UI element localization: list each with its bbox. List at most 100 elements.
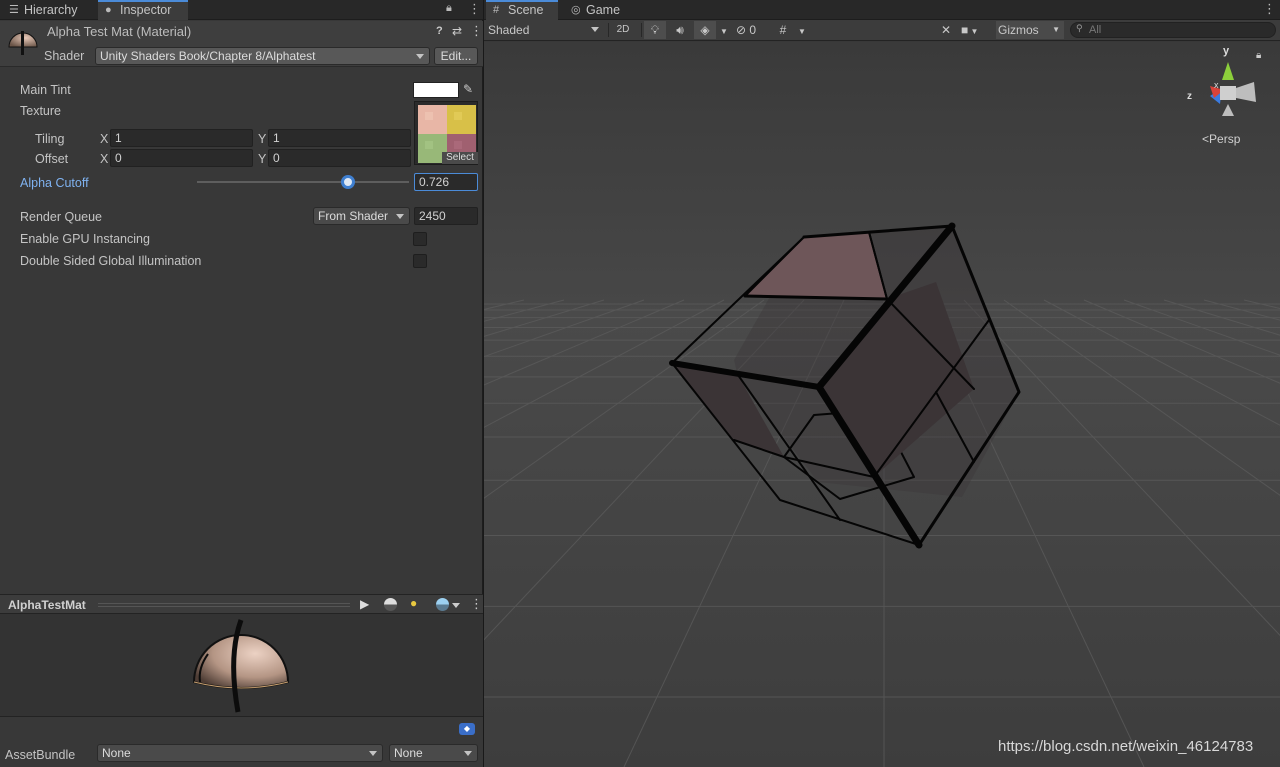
tab-inspector[interactable]: ● Inspector (98, 0, 188, 20)
offset-x-field[interactable]: 0 (110, 149, 253, 167)
grid-toggle[interactable]: # (773, 21, 793, 39)
render-queue-field[interactable]: 2450 (414, 207, 478, 225)
texture-select-button[interactable]: Select (442, 152, 478, 164)
render-queue-dropdown[interactable]: From Shader (313, 207, 410, 225)
tab-scene-label: Scene (508, 3, 544, 17)
play-icon[interactable]: ▶ (360, 597, 369, 611)
asset-bundle-variant-value: None (394, 746, 423, 760)
2d-toggle[interactable]: 2D (611, 21, 635, 39)
grid-dropdown[interactable]: ▼ (795, 21, 809, 39)
slider-track (197, 181, 409, 183)
search-icon: ⚲ (1076, 23, 1083, 33)
inspector-panel: ☰ Hierarchy ● Inspector 🔒︎ ⋮ Alpha Test … (0, 0, 483, 767)
tiling-y-value: 1 (273, 131, 280, 145)
render-queue-label: Render Queue (20, 210, 103, 224)
draw-mode-dropdown[interactable]: Shaded (486, 21, 604, 39)
texture-label: Texture (20, 104, 61, 118)
chevron-down-icon[interactable] (452, 603, 460, 608)
offset-x-value: 0 (115, 151, 122, 165)
alpha-cutoff-value: 0.726 (419, 175, 450, 189)
offset-label: Offset (35, 152, 69, 166)
preview-drag-handle[interactable] (98, 603, 350, 607)
gizmos-dropdown[interactable]: Gizmos ▼ (996, 21, 1064, 39)
tiling-y-label: Y (258, 132, 267, 146)
gpu-instancing-label: Enable GPU Instancing (20, 232, 150, 246)
scene-viewport[interactable]: y x z 🔒︎ <Persp https://blog.csdn.net/we… (484, 42, 1280, 767)
component-menu-icon[interactable]: ⋮ (470, 23, 483, 39)
shader-dropdown-value: Unity Shaders Book/Chapter 8/Alphatest (100, 49, 316, 63)
tab-hierarchy[interactable]: ☰ Hierarchy (2, 0, 96, 20)
tab-game[interactable]: ◎ Game (564, 0, 626, 20)
tiling-x-label: X (100, 132, 109, 146)
chevron-down-icon (369, 751, 377, 756)
lightbulb-icon: 💡︎ (650, 23, 660, 37)
chevron-down-icon: ▼ (798, 27, 806, 36)
scene-tab-bar: # Scene ◎ Game ⋮ (484, 0, 1280, 20)
alpha-cutoff-slider[interactable] (197, 174, 409, 190)
gizmo-y-label: y (1223, 45, 1230, 57)
preview-shape-icon[interactable] (384, 598, 397, 611)
double-sided-gi-checkbox[interactable] (413, 254, 427, 268)
lock-icon[interactable]: 🔒︎ (446, 2, 452, 15)
lighting-toggle[interactable]: 💡︎ (644, 21, 666, 39)
sphere-preview-icon[interactable] (436, 598, 449, 611)
gizmos-label: Gizmos (998, 23, 1039, 37)
main-tint-label: Main Tint (20, 83, 71, 97)
preview-menu-icon[interactable]: ⋮ (470, 596, 483, 612)
offset-x-label: X (100, 152, 109, 166)
effects-toggle[interactable]: ◈ (694, 21, 716, 39)
projection-label: Persp (1209, 132, 1241, 146)
tag-icon[interactable]: ◆ (459, 723, 475, 735)
preset-icon[interactable]: ⇄ (452, 24, 462, 38)
asset-bundle-label: AssetBundle (5, 748, 76, 762)
scene-search-input[interactable]: ⚲ All (1070, 22, 1276, 38)
chevron-down-icon: ▼ (968, 27, 979, 36)
gizmo-z-label: z (1187, 91, 1192, 102)
shader-label: Shader (44, 49, 85, 63)
help-icon[interactable]: ? (436, 25, 443, 37)
eyedropper-icon[interactable]: ✎ (463, 82, 473, 96)
alpha-cutoff-field[interactable]: 0.726 (414, 173, 478, 191)
gamepad-icon: ◎ (571, 4, 581, 16)
material-title: Alpha Test Mat (Material) (47, 24, 192, 39)
audio-toggle[interactable]: 🔊︎ (669, 21, 691, 39)
tab-scene[interactable]: # Scene (486, 0, 558, 20)
tiling-x-field[interactable]: 1 (110, 129, 253, 147)
tiling-y-field[interactable]: 1 (268, 129, 411, 147)
chevron-down-icon (416, 54, 424, 59)
more-menu-icon[interactable]: ⋮ (468, 1, 481, 17)
gizmo-lock-icon[interactable]: 🔒︎ (1256, 50, 1261, 61)
texture-slot[interactable]: Select (414, 101, 478, 165)
asset-bundle-name-dropdown[interactable]: None (97, 744, 383, 762)
render-queue-mode: From Shader (318, 209, 389, 223)
scene-visibility-toggle[interactable]: ⊘ 0 (736, 21, 768, 39)
search-placeholder: All (1089, 24, 1102, 36)
preview-header: AlphaTestMat ▶ ● ⋮ (0, 594, 483, 614)
double-sided-gi-label: Double Sided Global Illumination (20, 254, 202, 268)
camera-dropdown[interactable]: ■ ▼ (961, 21, 993, 39)
preview-title: AlphaTestMat (8, 598, 86, 612)
asset-bundle-bar: ◆ AssetBundle None None (0, 716, 483, 767)
scene-toolbar: Shaded 2D 💡︎ 🔊︎ ◈ ▼ ⊘ 0 # ▼ ✕ ■ ▼ Gizmos… (484, 20, 1280, 41)
tiling-x-value: 1 (115, 131, 122, 145)
main-tint-color-field[interactable] (413, 82, 459, 98)
preview-viewport[interactable] (0, 614, 483, 716)
speaker-icon: 🔊︎ (676, 23, 684, 37)
texture-select-label: Select (446, 152, 474, 163)
light-icon[interactable]: ● (410, 596, 417, 610)
scene-menu-icon[interactable]: ⋮ (1263, 1, 1276, 17)
chevron-down-icon (464, 751, 472, 756)
projection-toggle[interactable]: <Persp (1202, 132, 1240, 146)
asset-bundle-variant-dropdown[interactable]: None (389, 744, 478, 762)
edit-shader-button[interactable]: Edit... (434, 47, 478, 65)
shader-dropdown[interactable]: Unity Shaders Book/Chapter 8/Alphatest (95, 47, 430, 65)
watermark: https://blog.csdn.net/weixin_46124783 (998, 738, 1254, 755)
tools-button[interactable]: ✕ (936, 21, 956, 39)
chevron-down-icon (591, 27, 599, 32)
offset-y-field[interactable]: 0 (268, 149, 411, 167)
alpha-cutoff-label: Alpha Cutoff (20, 176, 89, 190)
hidden-eye-icon: ⊘ (736, 23, 747, 37)
slider-thumb[interactable] (341, 175, 355, 189)
gpu-instancing-checkbox[interactable] (413, 232, 427, 246)
effects-dropdown[interactable]: ▼ (717, 21, 731, 39)
